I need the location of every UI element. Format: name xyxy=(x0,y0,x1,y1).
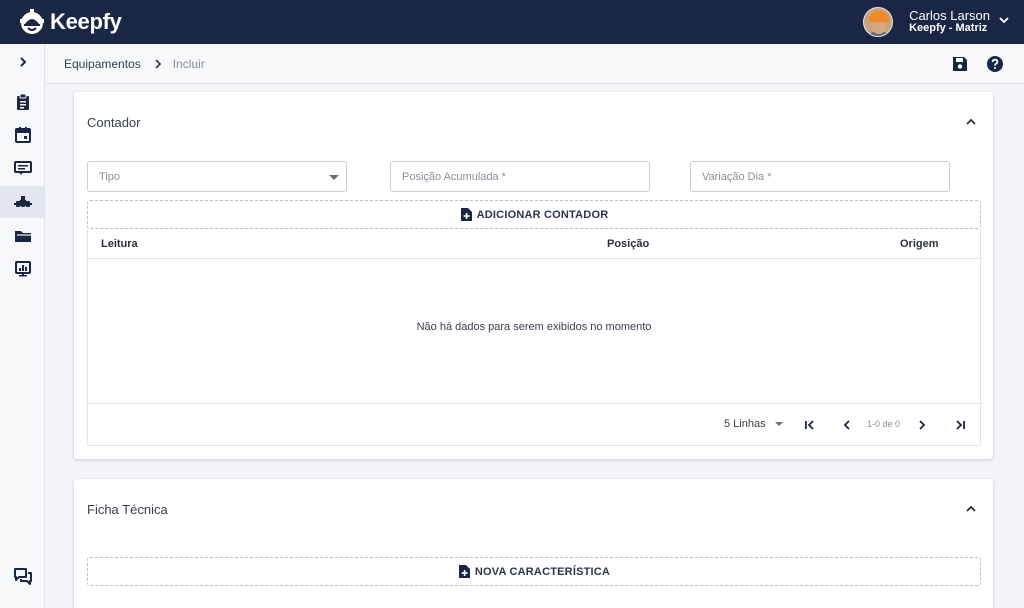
calendar-icon xyxy=(14,127,31,143)
chevron-up-icon[interactable] xyxy=(965,503,977,515)
user-name: Carlos Larson xyxy=(909,8,990,23)
chat-icon xyxy=(13,568,32,585)
rows-per-page-select[interactable]: 5 Linhas xyxy=(724,418,783,430)
save-icon[interactable] xyxy=(951,55,969,73)
previous-page-button[interactable] xyxy=(838,416,856,434)
user-menu[interactable]: Carlos Larson Keepfy - Matriz xyxy=(863,7,1009,37)
posicao-acumulada-field[interactable]: Posição Acumulada * xyxy=(390,161,650,192)
ficha-tecnica-card: Ficha Técnica NOVA CARACTERÍSTICA xyxy=(74,479,993,608)
breadcrumb-bar: Equipamentos Incluir xyxy=(46,44,1024,84)
last-page-button[interactable] xyxy=(951,416,969,434)
column-origem[interactable]: Origem xyxy=(900,238,939,250)
add-file-icon xyxy=(460,207,473,222)
first-page-icon xyxy=(805,420,814,430)
sidebar-expand-button[interactable] xyxy=(0,46,45,78)
sidebar-item-arquivos[interactable] xyxy=(0,220,45,252)
sidebar xyxy=(0,44,45,608)
chevron-down-icon[interactable] xyxy=(998,14,1010,26)
breadcrumb-separator-icon xyxy=(153,58,163,70)
breadcrumb-current: Incluir xyxy=(172,56,205,71)
empty-message: Não há dados para serem exibidos no mome… xyxy=(416,321,652,333)
table-pagination: 5 Linhas 1-0 de 0 xyxy=(88,403,980,445)
sidebar-item-chamados[interactable] xyxy=(0,152,45,184)
dropdown-caret-icon xyxy=(329,175,339,180)
keepfy-logo-icon xyxy=(20,9,44,34)
user-org: Keepfy - Matriz xyxy=(909,22,988,34)
column-leitura[interactable]: Leitura xyxy=(101,238,138,250)
top-bar: Keepfy Carlos Larson Keepfy - Matriz xyxy=(0,0,1024,44)
first-page-button[interactable] xyxy=(801,416,819,434)
nova-caracteristica-label: NOVA CARACTERÍSTICA xyxy=(474,565,611,578)
variacao-dia-field[interactable]: Variação Dia * xyxy=(690,161,950,192)
help-icon[interactable] xyxy=(986,55,1004,73)
page-info: 1-0 de 0 xyxy=(867,419,901,429)
table-header: Leitura Posição Origem xyxy=(88,229,980,259)
posicao-placeholder: Posição Acumulada * xyxy=(402,170,506,183)
ficha-tecnica-title: Ficha Técnica xyxy=(87,502,168,517)
chevron-left-icon xyxy=(843,420,850,430)
chevron-up-icon[interactable] xyxy=(965,116,977,128)
add-file-icon xyxy=(458,564,471,579)
sidebar-item-ordens[interactable] xyxy=(0,86,45,118)
avatar[interactable] xyxy=(863,7,894,37)
tipo-select[interactable]: Tipo xyxy=(87,161,347,192)
next-page-button[interactable] xyxy=(913,416,931,434)
sidebar-item-chat[interactable] xyxy=(0,560,45,592)
equipment-icon xyxy=(13,196,32,207)
ticket-icon xyxy=(13,161,32,175)
chevron-right-icon xyxy=(19,57,26,67)
sidebar-item-relatorios[interactable] xyxy=(0,253,45,285)
adicionar-contador-button[interactable]: ADICIONAR CONTADOR xyxy=(87,200,981,229)
rows-per-page-label: 5 Linhas xyxy=(724,418,766,430)
clipboard-icon xyxy=(16,93,29,110)
adicionar-contador-label: ADICIONAR CONTADOR xyxy=(476,208,609,221)
chevron-right-icon xyxy=(919,420,926,430)
variacao-placeholder: Variação Dia * xyxy=(702,170,772,183)
contador-card: Contador Tipo Posição Acumulada * Variaç… xyxy=(74,92,993,459)
column-posicao[interactable]: Posição xyxy=(607,238,649,250)
sidebar-item-agenda[interactable] xyxy=(0,119,45,151)
contador-table: Leitura Posição Origem Não há dados para… xyxy=(87,229,981,446)
brand-name: Keepfy xyxy=(50,9,122,34)
brand-logo[interactable]: Keepfy xyxy=(18,8,122,36)
nova-caracteristica-button[interactable]: NOVA CARACTERÍSTICA xyxy=(87,557,981,586)
dropdown-caret-icon xyxy=(774,422,783,426)
tipo-placeholder: Tipo xyxy=(99,170,120,183)
last-page-icon xyxy=(956,420,965,430)
dashboard-icon xyxy=(14,261,31,277)
folder-icon xyxy=(14,231,31,242)
contador-title: Contador xyxy=(87,115,141,130)
breadcrumb-parent[interactable]: Equipamentos xyxy=(64,57,141,71)
sidebar-item-equipamentos[interactable] xyxy=(0,186,45,218)
